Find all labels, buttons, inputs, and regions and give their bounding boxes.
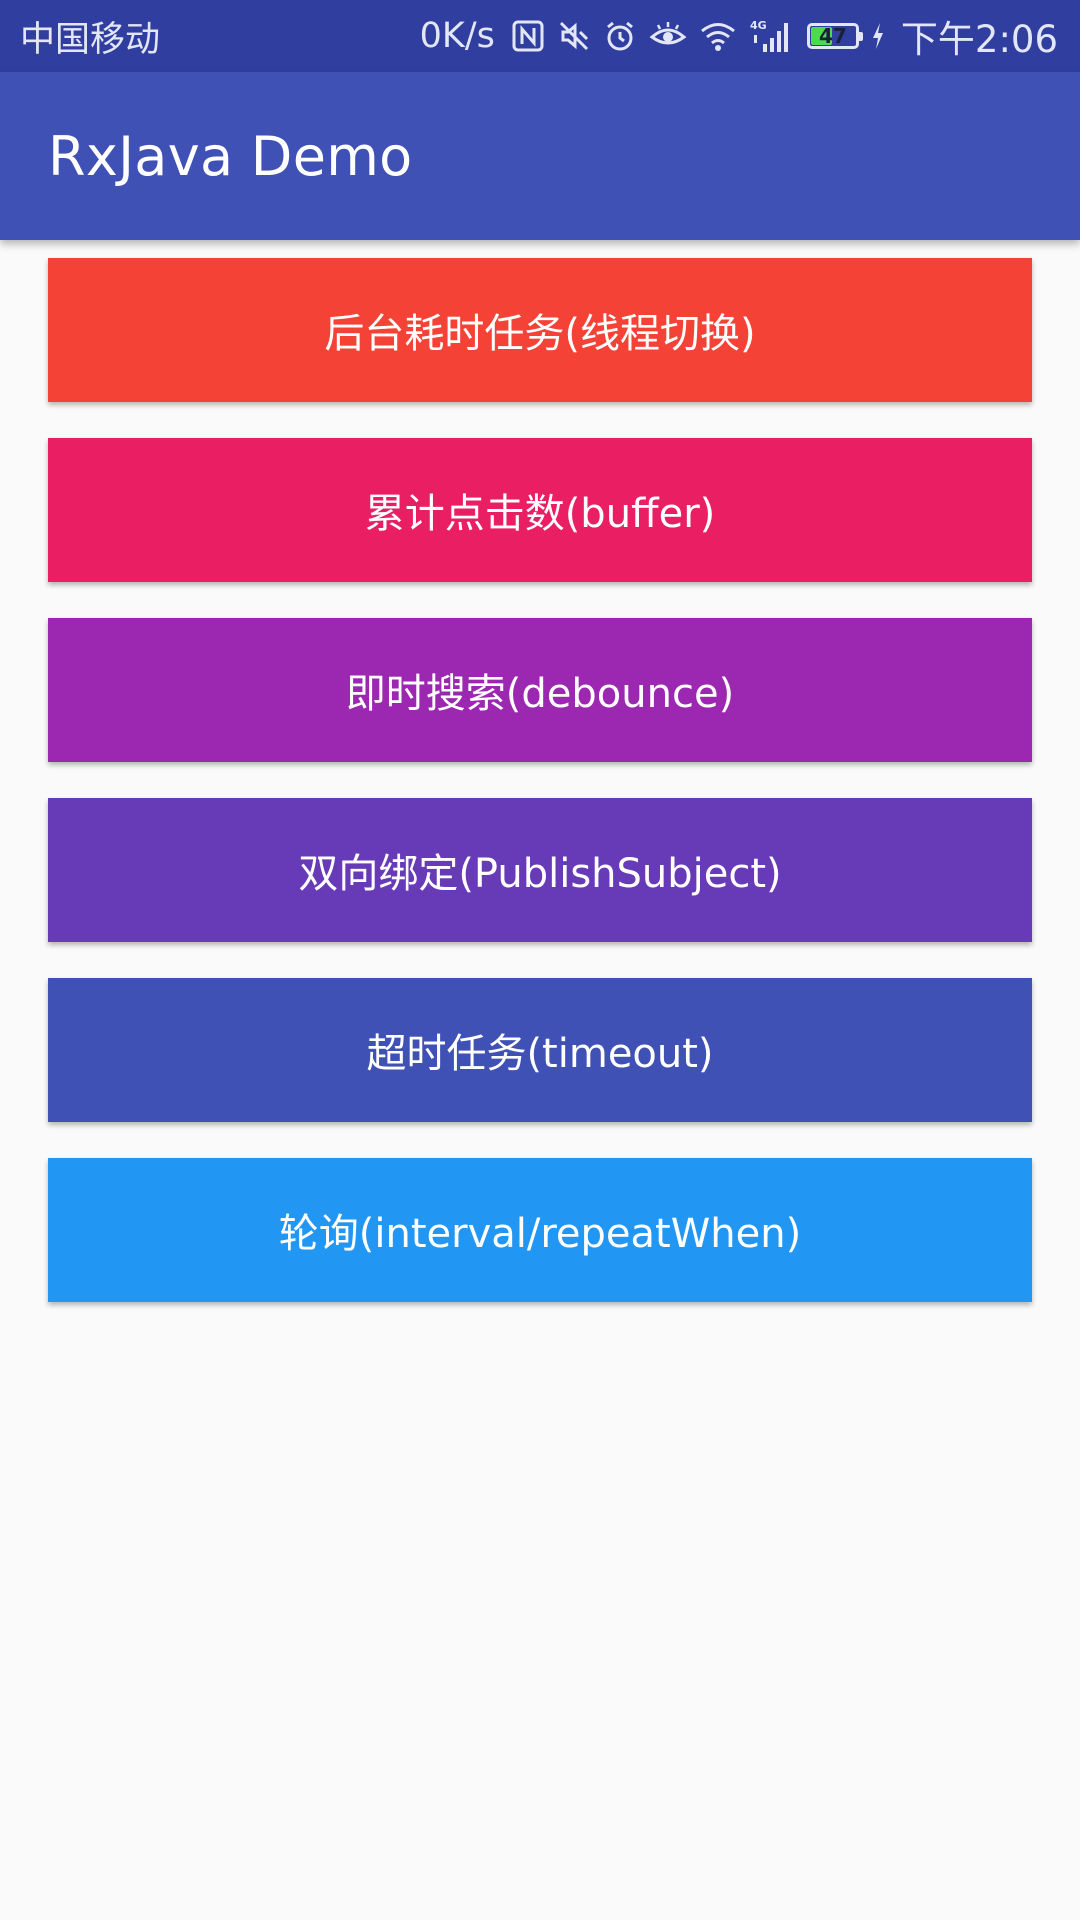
timeout-task-button[interactable]: 超时任务(timeout) xyxy=(48,978,1032,1122)
charging-icon xyxy=(871,21,885,51)
alarm-icon xyxy=(603,19,637,53)
status-bar: 中国移动 0K/s 4G 47 下午2:06 xyxy=(0,0,1080,72)
eye-comfort-icon xyxy=(649,19,687,53)
status-time: 下午2:06 xyxy=(900,18,1058,61)
signal-icon: 4G xyxy=(749,18,795,54)
mute-icon xyxy=(557,19,591,53)
app-title: RxJava Demo xyxy=(48,124,413,188)
battery-icon: 47 xyxy=(806,23,863,49)
nfc-icon xyxy=(511,19,545,53)
instant-search-debounce-button[interactable]: 即时搜索(debounce) xyxy=(48,618,1032,762)
demo-button-list: 后台耗时任务(线程切换) 累计点击数(buffer) 即时搜索(debounce… xyxy=(48,258,1032,1302)
battery-level: 47 xyxy=(818,24,847,48)
status-icons: 0K/s 4G 47 下午2:06 xyxy=(420,9,1058,63)
app-bar: RxJava Demo xyxy=(0,72,1080,240)
background-task-button[interactable]: 后台耗时任务(线程切换) xyxy=(48,258,1032,402)
carrier-name: 中国移动 xyxy=(20,19,161,60)
network-speed: 0K/s xyxy=(419,16,495,56)
wifi-icon xyxy=(699,19,737,53)
polling-button[interactable]: 轮询(interval/repeatWhen) xyxy=(48,1158,1032,1302)
two-way-binding-button[interactable]: 双向绑定(PublishSubject) xyxy=(48,798,1032,942)
network-type-label: 4G xyxy=(750,19,767,32)
click-count-buffer-button[interactable]: 累计点击数(buffer) xyxy=(48,438,1032,582)
